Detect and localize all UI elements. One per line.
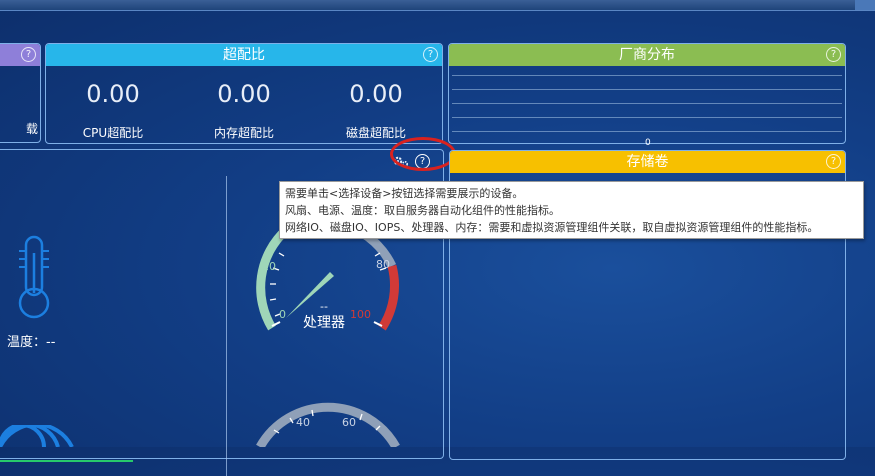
grid-line bbox=[452, 117, 842, 118]
left-panel-header: ? bbox=[0, 44, 40, 66]
panel-divider bbox=[226, 176, 227, 476]
fan-icon bbox=[0, 425, 74, 447]
left-panel-label: 载 bbox=[25, 122, 38, 136]
disk-overcommit-stat: 0.00 磁盘超配比 bbox=[321, 80, 431, 141]
stat-value: 0.00 bbox=[86, 80, 140, 108]
overcommit-header: 超配比 ? bbox=[46, 44, 442, 66]
gauge-tick-label: 40 bbox=[296, 416, 310, 429]
top-bar-cap bbox=[855, 0, 875, 10]
grid-line bbox=[452, 75, 842, 76]
cpu-overcommit-stat: 0.00 CPU超配比 bbox=[58, 80, 168, 141]
stat-value: 0.00 bbox=[349, 80, 403, 108]
gauge-tick-label: 60 bbox=[342, 416, 356, 429]
grid-line bbox=[452, 103, 842, 104]
gauge-tick-label: 0 bbox=[279, 308, 286, 321]
help-icon[interactable]: ? bbox=[423, 47, 438, 62]
highlight-ring bbox=[390, 137, 456, 171]
storage-title: 存储卷 bbox=[626, 154, 669, 170]
top-bar bbox=[0, 0, 875, 11]
help-icon[interactable]: ? bbox=[826, 47, 841, 62]
thermometer-icon bbox=[18, 235, 50, 319]
temperature-label: 温度：-- bbox=[7, 335, 56, 350]
gauge-name: 处理器 bbox=[303, 315, 345, 331]
help-tooltip: 需要单击<选择设备>按钮选择需要展示的设备。 风扇、电源、温度：取自服务器自动化… bbox=[279, 181, 864, 239]
help-icon[interactable]: ? bbox=[21, 47, 36, 62]
grid-line bbox=[452, 89, 842, 90]
gauge-tick-label: 100 bbox=[350, 308, 371, 321]
overcommit-panel: 超配比 ? 0.00 CPU超配比 0.00 内存超配比 0.00 磁盘超配比 bbox=[45, 43, 443, 144]
tooltip-line: 需要单击<选择设备>按钮选择需要展示的设备。 bbox=[285, 187, 524, 200]
vendor-title: 厂商分布 bbox=[619, 47, 675, 63]
tooltip-line: 风扇、电源、温度：取自服务器自动化组件的性能指标。 bbox=[285, 204, 560, 217]
axis-zero-label: 0 bbox=[645, 138, 651, 148]
temperature-line bbox=[0, 460, 133, 462]
stat-value: 0.00 bbox=[217, 80, 271, 108]
vendor-panel: 厂商分布 ? 0 bbox=[448, 43, 846, 148]
gauge-tick-label: 80 bbox=[376, 258, 390, 271]
memory-overcommit-stat: 0.00 内存超配比 bbox=[189, 80, 299, 141]
help-icon[interactable]: ? bbox=[826, 154, 841, 169]
gauge-value: -- bbox=[320, 300, 328, 313]
stat-label: 内存超配比 bbox=[213, 126, 274, 140]
left-panel: ? 载 bbox=[0, 43, 41, 143]
stat-label: CPU超配比 bbox=[82, 126, 144, 140]
storage-header: 存储卷 ? bbox=[450, 151, 845, 173]
vendor-header: 厂商分布 ? bbox=[449, 44, 845, 66]
overcommit-title: 超配比 bbox=[223, 47, 265, 63]
memory-gauge: 40 60 bbox=[256, 402, 400, 447]
grid-line bbox=[452, 131, 842, 132]
tooltip-line: 网络IO、磁盘IO、IOPS、处理器、内存：需要和虚拟资源管理组件关联，取自虚拟… bbox=[285, 221, 819, 234]
gauge-tick-label: 20 bbox=[262, 260, 276, 273]
